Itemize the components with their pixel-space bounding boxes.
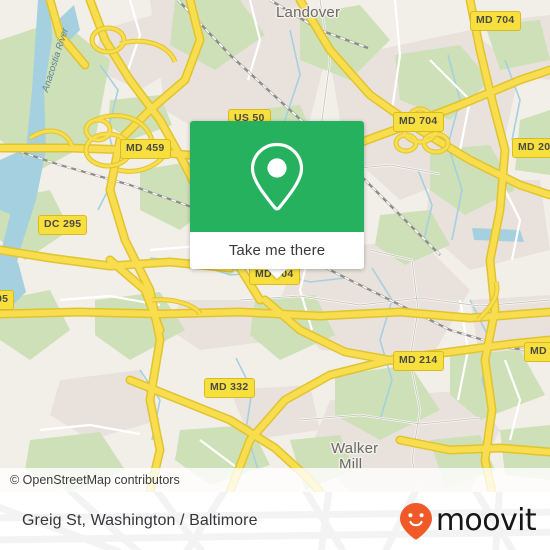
shield-md-2xx-east[interactable]: MD 2 <box>524 342 550 362</box>
footer-bar: Greig St, Washington / Baltimore moovit <box>0 492 550 550</box>
map-pin-icon <box>250 142 304 210</box>
page-title: Greig St, Washington / Baltimore <box>22 512 258 529</box>
moovit-map-screen: Landover Walker Mill Anacostia River MD … <box>0 0 550 550</box>
osm-attribution-bar: © OpenStreetMap contributors <box>0 468 550 492</box>
shield-md-214[interactable]: MD 214 <box>393 351 444 371</box>
shield-md-704-northeast[interactable]: MD 704 <box>393 112 444 132</box>
shield-md-202[interactable]: MD 202 <box>512 138 550 158</box>
shield-md-704-north[interactable]: MD 704 <box>470 11 521 31</box>
shield-md-332[interactable]: MD 332 <box>204 378 255 398</box>
shield-md-459[interactable]: MD 459 <box>120 139 171 159</box>
moovit-wordmark: moovit <box>435 503 537 538</box>
shield-dc-295[interactable]: DC 295 <box>38 215 88 235</box>
shield-95[interactable]: 95 <box>0 290 15 310</box>
map-canvas[interactable]: Landover Walker Mill Anacostia River MD … <box>0 0 550 492</box>
place-popup-card[interactable]: Take me there <box>190 121 364 269</box>
osm-attribution-text: © OpenStreetMap contributors <box>10 473 180 487</box>
card-image-area <box>190 121 364 232</box>
moovit-brand[interactable]: moovit <box>399 492 537 550</box>
take-me-there-button[interactable]: Take me there <box>190 232 364 269</box>
card-pointer-tail <box>266 268 288 279</box>
moovit-pin-smiley-icon <box>399 503 432 540</box>
